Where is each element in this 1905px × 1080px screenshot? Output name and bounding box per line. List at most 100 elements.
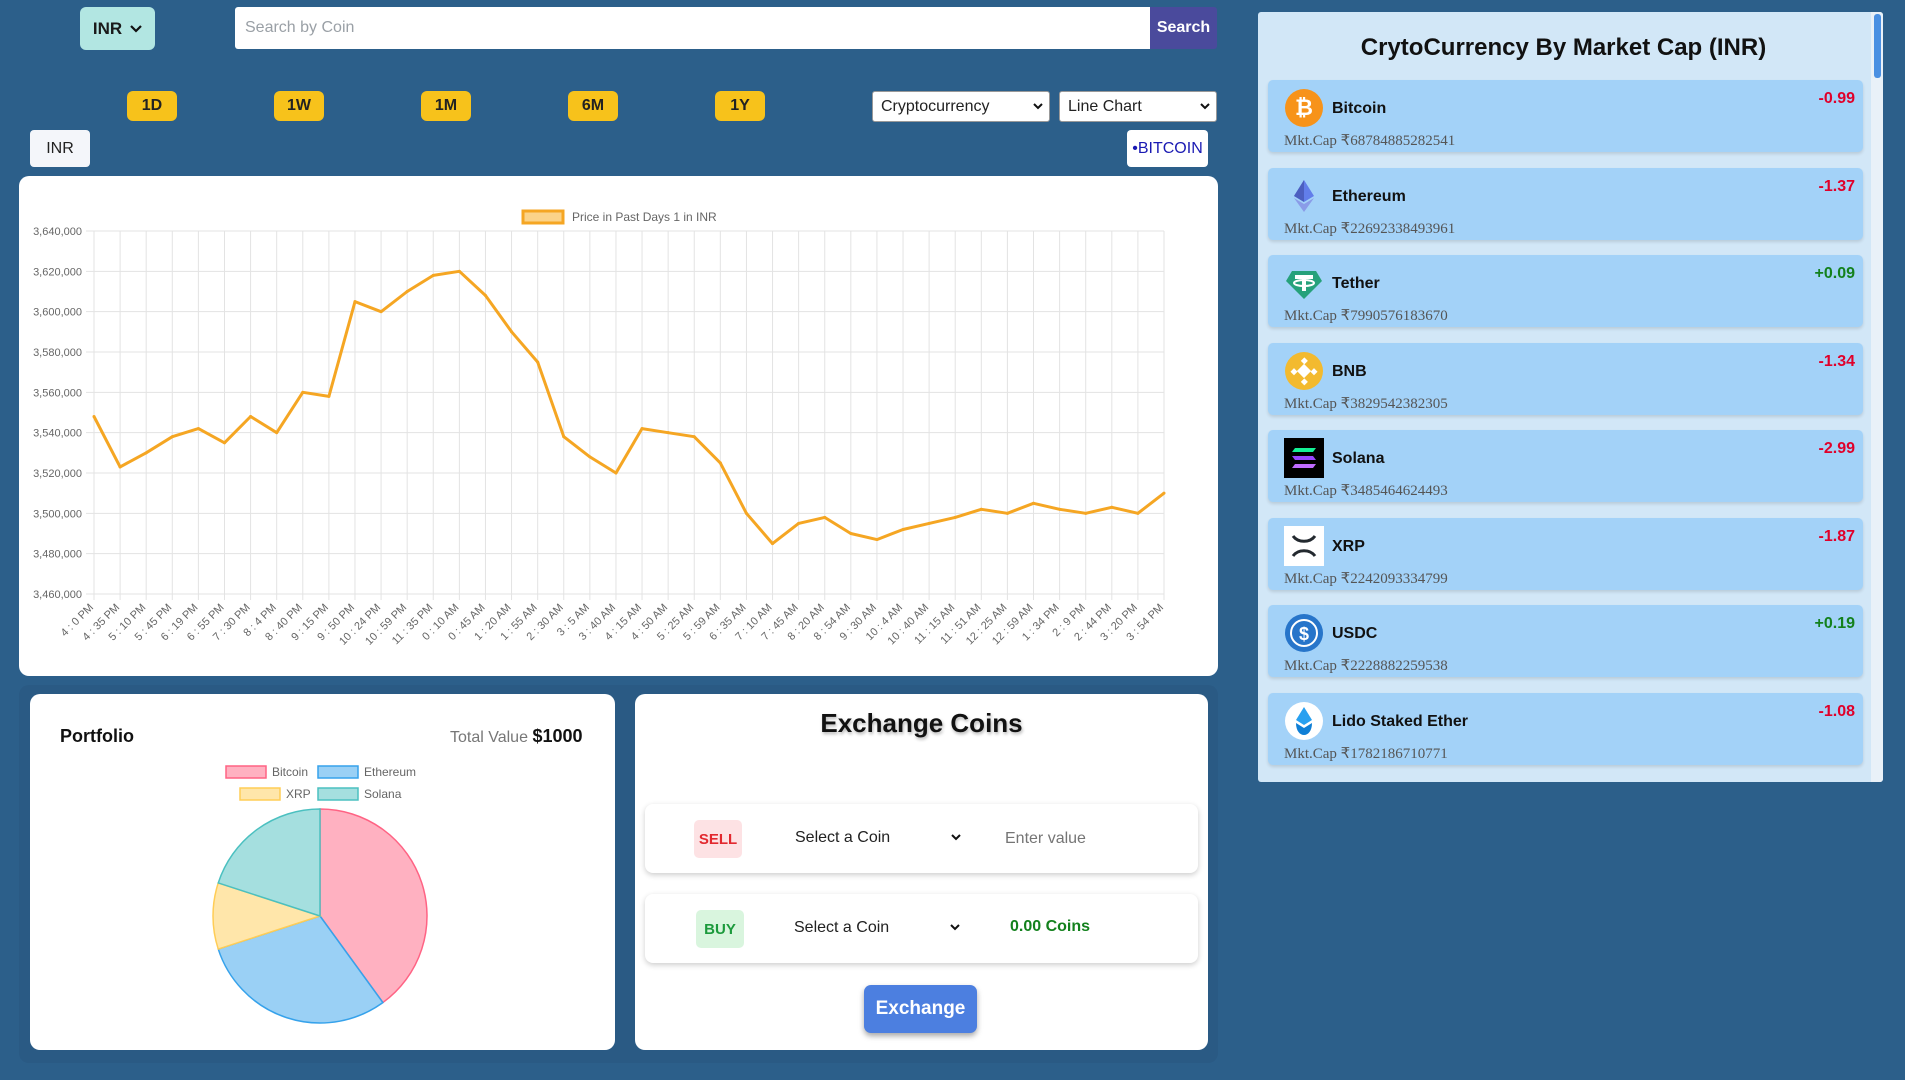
- period-button-6m[interactable]: 6M: [568, 91, 618, 121]
- search-input[interactable]: [235, 7, 1150, 49]
- sell-coin-select[interactable]: Select a Coin: [795, 829, 961, 847]
- coin-card-ethereum[interactable]: Ethereum Mkt.Cap ₹22692338493961 -1.37: [1268, 167, 1863, 240]
- chevron-down-icon: [951, 834, 961, 841]
- portfolio-total: Total Value $1000: [450, 726, 583, 747]
- portfolio-pie-chart: Bitcoin Ethereum XRP Solana: [212, 765, 428, 1024]
- exchange-title: Exchange Coins: [820, 708, 1023, 738]
- coin-card-bitcoin[interactable]: ₿ Bitcoin Mkt.Cap ₹68784885282541 -0.99: [1268, 80, 1863, 152]
- chart-type-select[interactable]: Line Chart: [1059, 91, 1217, 122]
- currency-chip[interactable]: INR: [30, 130, 90, 167]
- price-point: [353, 300, 357, 304]
- xrp-icon: [1284, 525, 1324, 566]
- chevron-down-icon: [130, 24, 142, 33]
- ethereum-icon: [1284, 176, 1324, 216]
- y-tick-label: 3,600,000: [33, 307, 82, 319]
- currency-select[interactable]: INR: [80, 7, 155, 50]
- coin-price-change: -0.99: [1818, 90, 1855, 107]
- scrollbar-thumb[interactable]: [1874, 14, 1881, 78]
- price-point: [927, 521, 931, 525]
- price-point: [1032, 501, 1036, 505]
- usdc-icon: $: [1284, 613, 1324, 653]
- price-point: [301, 390, 305, 394]
- price-point: [797, 521, 801, 525]
- pie-legend-swatch: [317, 787, 359, 801]
- y-tick-label: 3,580,000: [33, 347, 82, 359]
- price-point: [457, 269, 461, 273]
- price-point: [953, 515, 957, 519]
- buy-coin-select[interactable]: Select a Coin: [794, 919, 960, 937]
- price-point: [249, 415, 253, 419]
- currency-select-value: INR: [92, 18, 123, 38]
- price-point: [1162, 491, 1166, 495]
- chevron-down-icon: [950, 924, 960, 931]
- coin-name: USDC: [1332, 625, 1378, 642]
- price-point: [979, 507, 983, 511]
- tether-icon: [1284, 263, 1324, 303]
- price-point: [327, 394, 331, 398]
- price-point: [588, 455, 592, 459]
- coin-market-cap: Mkt.Cap ₹1782186710771: [1284, 745, 1448, 762]
- price-point: [144, 451, 148, 455]
- y-tick-label: 3,460,000: [33, 589, 82, 601]
- price-point: [823, 515, 827, 519]
- coin-card-xrp[interactable]: XRP Mkt.Cap ₹2242093334799 -1.87: [1268, 517, 1863, 590]
- price-point: [536, 360, 540, 364]
- coin-name: Solana: [1332, 450, 1385, 467]
- price-point: [196, 427, 200, 431]
- period-button-1y[interactable]: 1Y: [715, 91, 765, 121]
- y-tick-label: 3,520,000: [33, 468, 82, 480]
- price-chart-card: 3,640,000 3,620,000 3,600,000 3,580,000 3,56…: [19, 176, 1218, 676]
- y-tick-label: 3,560,000: [33, 387, 82, 399]
- price-line-chart: 3,640,000 3,620,000 3,600,000 3,580,000 3,56…: [33, 209, 1166, 648]
- category-select-value: Cryptocurrency: [881, 97, 990, 115]
- coin-price-change: -1.34: [1818, 352, 1855, 370]
- price-point: [666, 431, 670, 435]
- pie-legend-swatch: [225, 765, 267, 779]
- coin-market-cap: Mkt.Cap ₹2242093334799: [1284, 570, 1448, 587]
- price-point: [744, 511, 748, 515]
- period-button-1m[interactable]: 1M: [421, 91, 471, 121]
- sell-row: SELL Select a Coin: [645, 804, 1198, 873]
- period-button-1w[interactable]: 1W: [274, 91, 324, 121]
- price-point: [1005, 511, 1009, 515]
- price-point: [1110, 505, 1114, 509]
- y-tick-label: 3,500,000: [33, 508, 82, 520]
- coin-card-usdc[interactable]: $ USDC Mkt.Cap ₹2228882259538 +0.19: [1268, 605, 1863, 677]
- search-bar: Search: [235, 7, 1217, 49]
- category-select[interactable]: Cryptocurrency: [872, 91, 1050, 122]
- price-point: [222, 441, 226, 445]
- coin-card-tether[interactable]: Tether Mkt.Cap ₹7990576183670 +0.09: [1268, 255, 1863, 327]
- price-point: [275, 431, 279, 435]
- coin-market-cap: Mkt.Cap ₹68784885282541: [1284, 133, 1456, 149]
- price-point: [901, 527, 905, 531]
- market-cap-panel: CrytoCurrency By Market Cap (INR) ₿ Bitco…: [1258, 12, 1883, 782]
- solana-icon: [1284, 438, 1324, 478]
- coin-card-solana[interactable]: Solana Mkt.Cap ₹3485464624493 -2.99: [1268, 430, 1863, 502]
- buy-coins-output: 0.00 Coins: [1010, 918, 1091, 935]
- coin-card-bnb[interactable]: BNB Mkt.Cap ₹3829542382305 -1.34: [1268, 342, 1863, 415]
- sell-value-input[interactable]: [1005, 822, 1165, 856]
- price-point: [118, 465, 122, 469]
- price-point: [875, 538, 879, 542]
- price-point: [483, 294, 487, 298]
- coin-card-lido-staked-ether[interactable]: Lido Staked Ether Mkt.Cap ₹1782186710771 -…: [1268, 692, 1863, 765]
- price-point: [1084, 511, 1088, 515]
- coin-price-change: +0.19: [1814, 615, 1855, 632]
- coin-chip[interactable]: •BITCOIN: [1127, 130, 1208, 167]
- exchange-button[interactable]: Exchange: [864, 985, 977, 1033]
- price-point: [92, 415, 96, 419]
- search-button[interactable]: Search: [1150, 7, 1217, 49]
- scrollbar-track[interactable]: [1871, 12, 1883, 782]
- coin-market-cap: Mkt.Cap ₹22692338493961: [1284, 220, 1456, 237]
- price-point: [1058, 507, 1062, 511]
- buy-tag: BUY: [696, 910, 744, 948]
- coin-name: Ethereum: [1332, 187, 1406, 205]
- pie-legend-label: XRP: [286, 787, 311, 801]
- price-point: [614, 471, 618, 475]
- pie-legend-label: Bitcoin: [272, 765, 308, 779]
- price-point: [771, 542, 775, 546]
- price-point: [431, 273, 435, 277]
- svg-text:₿: ₿: [1295, 95, 1313, 120]
- portfolio-total-label: Total Value: [450, 729, 528, 746]
- period-button-1d[interactable]: 1D: [127, 91, 177, 121]
